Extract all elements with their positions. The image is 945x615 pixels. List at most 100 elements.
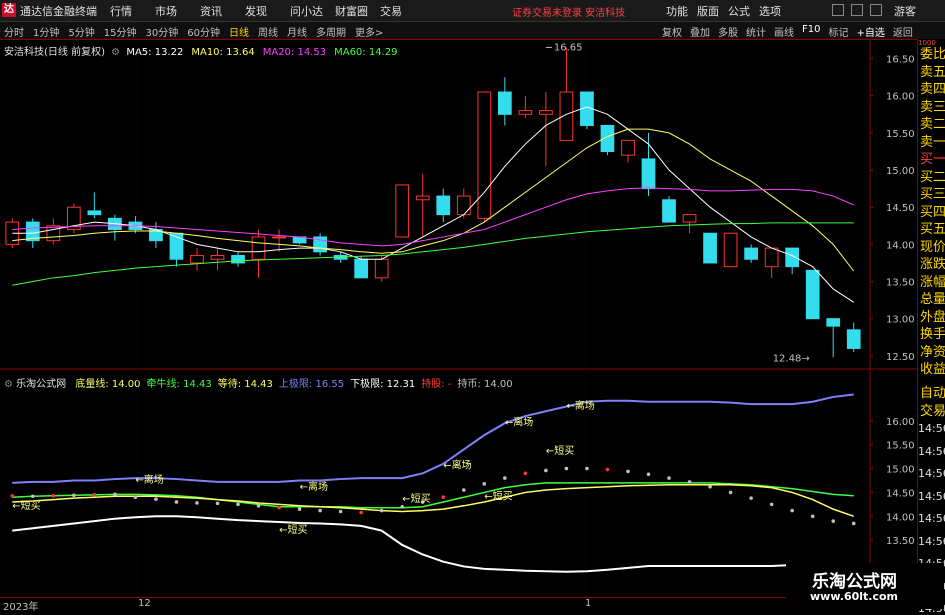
sub-ytick-label: 13.50 — [886, 536, 915, 547]
quote-field-9: 买四 — [920, 204, 945, 220]
quote-field-13: 涨幅 — [920, 274, 945, 290]
main-ytick-label: 16.50 — [886, 55, 915, 66]
x-label-dec: 12 — [138, 598, 151, 609]
main-ytick-label: 13.00 — [886, 315, 915, 326]
signal-dot — [564, 466, 569, 471]
candle[interactable] — [580, 91, 594, 130]
candle[interactable] — [703, 232, 717, 264]
quote-panel: 1000 委比 卖五 卖四 卖三 卖二 卖一 买一 买二 买三 买四 买五 现价 涨跌 涨幅 总量 外盘 换手 净资… — [917, 39, 945, 615]
watermark-title: 乐淘公式网 — [812, 572, 897, 592]
signal-dot — [790, 508, 794, 513]
candle[interactable] — [826, 318, 841, 358]
candle[interactable] — [66, 203, 81, 234]
sub-ytick-label: 16.00 — [886, 417, 915, 428]
tick-time-0: 14:56 — [918, 422, 945, 435]
candle-body — [190, 255, 204, 264]
signal-dot — [72, 493, 76, 498]
candle[interactable] — [190, 248, 204, 271]
candle-body — [436, 195, 451, 216]
candle[interactable] — [785, 247, 800, 275]
signal-dot — [810, 514, 815, 519]
candle[interactable] — [641, 132, 656, 197]
candle[interactable] — [744, 244, 758, 263]
quote-field-16: 换手 — [920, 327, 945, 342]
signal-dot — [277, 505, 281, 510]
candle[interactable] — [313, 233, 327, 256]
tick-time-3: 14:56 — [918, 489, 945, 503]
main-ytick-label: 14.00 — [886, 240, 915, 251]
signal-dot — [338, 509, 343, 514]
candle-body — [682, 214, 697, 223]
candle[interactable] — [621, 139, 635, 163]
candle-body — [497, 91, 512, 115]
candle-body — [46, 225, 61, 242]
quote-field-10: 买五 — [920, 222, 945, 237]
quote-field-7: 买二 — [920, 169, 945, 185]
candle[interactable] — [231, 251, 245, 267]
quote-field-1: 卖五 — [920, 64, 945, 80]
signal-label: ←短买 — [546, 444, 574, 457]
candle[interactable] — [723, 232, 738, 268]
candle[interactable] — [518, 95, 533, 119]
main-ytick-label: 16.00 — [886, 92, 915, 103]
candle-body — [456, 195, 471, 216]
quote-field-4: 卖二 — [920, 117, 945, 132]
signal-dot — [708, 484, 712, 489]
signal-label: ←离场 — [505, 416, 533, 429]
signal-dot — [667, 476, 671, 480]
signal-dot — [51, 493, 56, 498]
signal-label: ←离场 — [300, 480, 328, 493]
kline-chart[interactable]: 12.50 13.00 13.50 14.00 14.50 15.00 15.50 16.00… — [0, 0, 917, 597]
signal-label: ←离场 — [443, 459, 471, 472]
candle-body — [374, 258, 389, 279]
candle[interactable] — [108, 214, 122, 241]
candle[interactable] — [415, 173, 430, 237]
candle-body — [846, 329, 861, 349]
high-label: 16.65 — [554, 42, 583, 53]
candle[interactable] — [682, 214, 697, 234]
candle[interactable] — [87, 192, 102, 219]
candle-body — [231, 255, 245, 264]
signal-dot — [523, 471, 528, 476]
candle[interactable] — [846, 322, 861, 353]
signal-dot — [441, 495, 446, 500]
candle-body — [354, 258, 369, 279]
candle-body — [210, 255, 225, 260]
candle[interactable] — [662, 196, 676, 223]
signal-dot — [154, 497, 158, 501]
sub-ytick-label: 14.00 — [886, 512, 915, 523]
candle-body — [87, 210, 102, 216]
signal-label: ←短买 — [12, 499, 40, 512]
quote-field-18: 收益 — [920, 362, 945, 377]
auto-trade-label-1[interactable]: 交易 — [920, 402, 945, 421]
auto-trade-label-0[interactable]: 自动 — [920, 384, 945, 403]
candle[interactable] — [210, 248, 225, 271]
quote-field-14: 总量 — [920, 292, 945, 307]
main-ytick-label: 15.00 — [886, 166, 915, 177]
candle[interactable] — [497, 77, 512, 126]
candle-body — [518, 110, 533, 115]
candle[interactable] — [559, 47, 574, 141]
main-ytick-label: 15.50 — [886, 129, 915, 140]
candle[interactable] — [600, 124, 615, 156]
signal-dot — [503, 476, 507, 480]
main-ytick-label: 12.50 — [886, 352, 915, 363]
candle[interactable] — [436, 188, 451, 223]
candle[interactable] — [251, 229, 266, 278]
candle[interactable] — [46, 218, 61, 245]
candle[interactable] — [272, 229, 286, 252]
signal-dot — [318, 508, 322, 513]
candle[interactable] — [764, 247, 779, 278]
candle-body — [539, 110, 553, 115]
candle[interactable] — [456, 188, 471, 219]
candle[interactable] — [477, 91, 492, 223]
signal-dot — [851, 521, 856, 526]
x-axis: 2023年 12 1 — [0, 597, 917, 613]
candle-body — [415, 195, 430, 201]
signal-dot — [646, 472, 651, 477]
candle[interactable] — [805, 269, 820, 320]
signal-label: ←短买 — [484, 490, 512, 503]
signal-dot — [256, 504, 261, 508]
candle[interactable] — [395, 184, 410, 238]
signal-dot — [113, 492, 117, 497]
